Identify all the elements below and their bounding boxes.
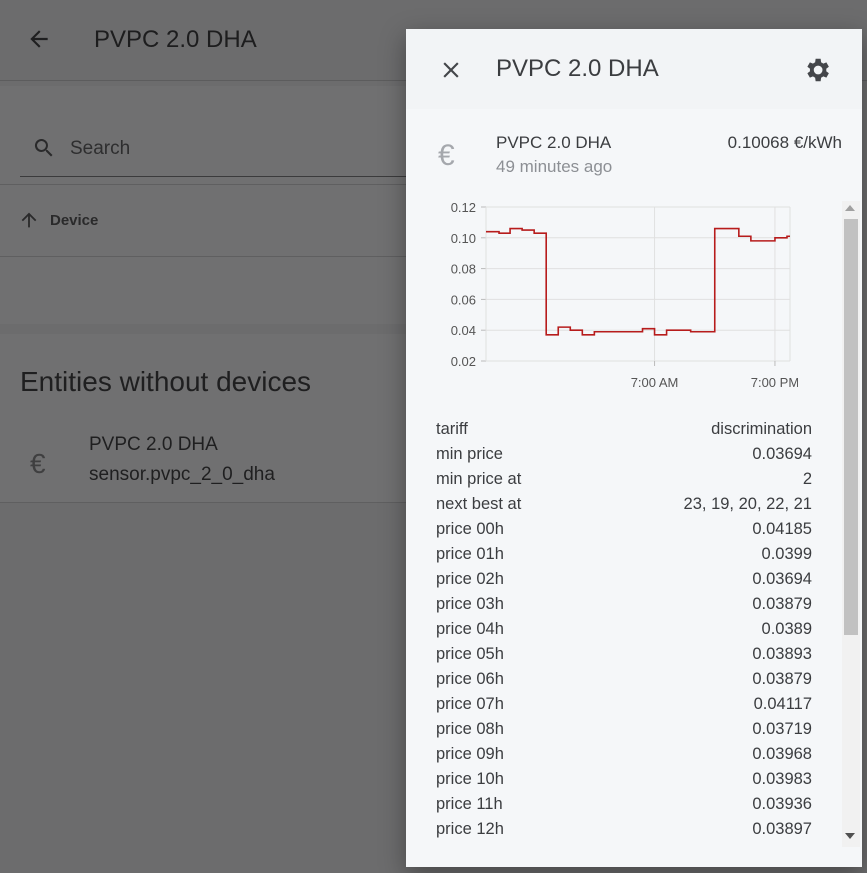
y-tick-label: 0.06 — [451, 292, 476, 307]
attribute-key: price 08h — [436, 720, 504, 738]
device-column-label: Device — [50, 211, 99, 229]
attribute-value: 0.03694 — [752, 445, 812, 463]
section-title: Entities without devices — [20, 366, 312, 397]
attribute-key: price 07h — [436, 695, 504, 713]
search-input[interactable]: Search — [70, 138, 130, 160]
divider — [0, 256, 420, 257]
attribute-key: price 01h — [436, 545, 504, 563]
search-icon — [34, 139, 53, 157]
attribute-key: min price at — [436, 470, 522, 488]
attribute-row: price 03h 0.03879 — [436, 592, 812, 617]
attribute-value: 0.03694 — [752, 570, 812, 588]
attribute-value: 0.03897 — [752, 820, 812, 838]
attribute-value: 0.04185 — [752, 520, 812, 538]
attribute-row: price 05h 0.03893 — [436, 642, 812, 667]
attribute-key: price 03h — [436, 595, 504, 613]
attribute-row: price 01h 0.0399 — [436, 542, 812, 567]
attribute-row: price 07h 0.04117 — [436, 692, 812, 717]
search-field[interactable]: Search — [20, 118, 420, 177]
attribute-row: next best at 23, 19, 20, 22, 21 — [436, 492, 812, 517]
close-icon[interactable] — [438, 57, 464, 83]
state-value: 0.10068 €/kWh — [727, 133, 842, 152]
attribute-value: 0.0389 — [761, 620, 812, 638]
attribute-key: price 05h — [436, 645, 504, 663]
attribute-key: price 10h — [436, 770, 504, 788]
divider — [0, 184, 420, 185]
last-changed: 49 minutes ago — [496, 157, 613, 176]
y-tick-label: 0.12 — [451, 200, 476, 215]
price-series-line — [486, 227, 790, 336]
x-tick-label: 7:00 PM — [751, 375, 798, 390]
scroll-down-arrow-icon[interactable] — [845, 833, 855, 839]
attribute-row: min price at 2 — [436, 467, 812, 492]
scroll-up-arrow-icon[interactable] — [845, 205, 855, 211]
gear-icon[interactable] — [802, 55, 832, 85]
attribute-row: tariff discrimination — [436, 417, 812, 442]
x-tick-label: 7:00 AM — [631, 375, 679, 390]
attribute-value: 23, 19, 20, 22, 21 — [683, 495, 812, 513]
scrollbar[interactable] — [842, 201, 860, 847]
y-tick-label: 0.10 — [451, 231, 476, 246]
dialog-title: PVPC 2.0 DHA — [496, 55, 659, 82]
attribute-row: min price 0.03694 — [436, 442, 812, 467]
y-tick-label: 0.02 — [451, 354, 476, 369]
entities-card: Entities without devices € PVPC 2.0 DHA … — [0, 334, 420, 503]
attribute-row: price 00h 0.04185 — [436, 517, 812, 542]
entity-id[interactable]: sensor.pvpc_2_0_dha — [89, 464, 275, 486]
more-info-dialog: PVPC 2.0 DHA € PVPC 2.0 DHA 49 minutes a… — [406, 29, 862, 867]
attributes-list: tariff discrimination min price 0.03694 min … — [436, 417, 812, 842]
attribute-key: price 04h — [436, 620, 504, 638]
euro-icon: € — [30, 448, 46, 479]
attribute-value: 0.03936 — [752, 795, 812, 813]
attribute-value: 0.03879 — [752, 595, 812, 613]
attribute-value: 0.03879 — [752, 670, 812, 688]
attribute-key: price 11h — [436, 795, 503, 813]
attribute-row: price 06h 0.03879 — [436, 667, 812, 692]
attribute-row: price 09h 0.03968 — [436, 742, 812, 767]
attribute-value: 2 — [802, 470, 812, 488]
attribute-value: 0.04117 — [753, 695, 812, 713]
attribute-value: 0.0399 — [761, 545, 812, 563]
history-chart[interactable]: 0.12 0.10 0.08 0.06 0.04 0.02 7:00 AM 7:00 PM — [434, 199, 799, 409]
sort-arrow-up-icon — [21, 212, 37, 228]
scroll-thumb[interactable] — [844, 219, 858, 635]
attribute-key: price 02h — [436, 570, 504, 588]
dialog-content: € PVPC 2.0 DHA 49 minutes ago 0.10068 €/… — [406, 109, 862, 867]
attribute-value: 0.03719 — [752, 720, 812, 738]
y-tick-label: 0.04 — [451, 323, 476, 338]
attribute-row: price 02h 0.03694 — [436, 567, 812, 592]
attribute-key: tariff — [436, 420, 468, 438]
attribute-row: price 08h 0.03719 — [436, 717, 812, 742]
attribute-key: price 06h — [436, 670, 504, 688]
y-tick-label: 0.08 — [451, 262, 476, 277]
history-chart-svg: 0.12 0.10 0.08 0.06 0.04 0.02 7:00 AM 7:00 PM — [451, 200, 799, 390]
attribute-key: price 00h — [436, 520, 504, 538]
entity-name[interactable]: PVPC 2.0 DHA — [89, 434, 218, 456]
attribute-key: next best at — [436, 495, 522, 513]
attribute-key: price 12h — [436, 820, 504, 838]
device-column-header[interactable]: Device — [18, 208, 98, 232]
attribute-value: 0.03968 — [752, 745, 812, 763]
attribute-row: price 10h 0.03983 — [436, 767, 812, 792]
attribute-key: min price — [436, 445, 503, 463]
page-title: PVPC 2.0 DHA — [94, 26, 257, 53]
attribute-value: 0.03893 — [752, 645, 812, 663]
attribute-row: price 04h 0.0389 — [436, 617, 812, 642]
dialog-header: PVPC 2.0 DHA — [406, 29, 862, 109]
back-arrow-icon[interactable] — [26, 26, 52, 52]
attribute-value: discrimination — [711, 420, 812, 438]
euro-icon: € — [438, 139, 455, 172]
attribute-key: price 09h — [436, 745, 504, 763]
state-name: PVPC 2.0 DHA — [496, 133, 612, 152]
attribute-row: price 12h 0.03897 — [436, 817, 812, 842]
attribute-value: 0.03983 — [752, 770, 812, 788]
attribute-row: price 11h 0.03936 — [436, 792, 812, 817]
